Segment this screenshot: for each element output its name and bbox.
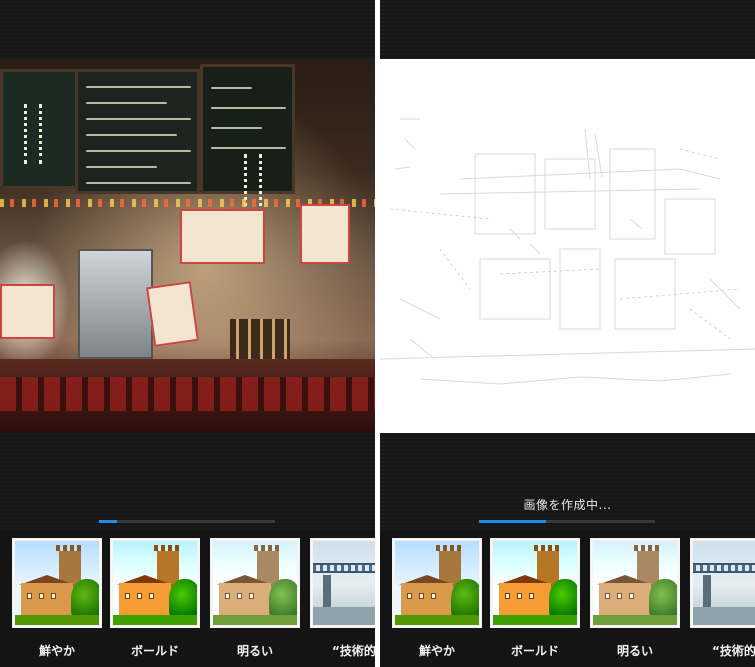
- sketch-photo: [380, 59, 755, 433]
- filter-label: “技術的な: [332, 644, 375, 658]
- filter-vivid[interactable]: 鮮やか: [388, 538, 482, 667]
- progress-fill: [99, 520, 117, 523]
- filter-thumbnail[interactable]: [310, 538, 375, 628]
- filter-bright[interactable]: 明るい: [590, 538, 680, 659]
- filter-label: 明るい: [236, 644, 273, 658]
- filter-thumbnail[interactable]: [490, 538, 580, 628]
- editor-screen-right: 画像を作成中... 鮮やか ボールド 明るい “技術的: [380, 0, 755, 667]
- photo-preview: [380, 59, 755, 433]
- filter-label: “技術的な: [712, 644, 755, 658]
- filter-bright[interactable]: 明るい: [210, 538, 300, 659]
- status-text: 画像を作成中...: [523, 498, 612, 512]
- filter-strip[interactable]: 鮮やか ボールド 明るい “技術的: [380, 530, 755, 667]
- filter-thumbnail[interactable]: [8, 538, 102, 631]
- skeleton-decoration: [24, 104, 42, 164]
- filter-label: ボールド: [510, 644, 559, 658]
- filter-thumbnail[interactable]: [388, 538, 482, 631]
- filter-technical[interactable]: “技術的な: [310, 538, 375, 659]
- filter-technical[interactable]: “技術的な: [690, 538, 755, 659]
- filter-bold[interactable]: ボールド: [490, 538, 580, 659]
- filter-label: 明るい: [616, 644, 653, 658]
- photo-preview: [0, 59, 375, 433]
- progress-bar: [479, 520, 655, 523]
- filter-thumbnail[interactable]: [690, 538, 755, 628]
- menu-card: [146, 281, 199, 347]
- filter-label: ボールド: [130, 644, 179, 658]
- filter-label: 鮮やか: [38, 644, 75, 658]
- cafe-photo: [0, 59, 375, 433]
- filter-label: 鮮やか: [418, 644, 455, 658]
- filter-vivid[interactable]: 鮮やか: [8, 538, 102, 667]
- progress-bar: [99, 520, 275, 523]
- filter-strip[interactable]: 鮮やか ボールド 明るい “技術的: [0, 530, 375, 667]
- menu-card: [180, 209, 265, 264]
- chalkboard-menu: [75, 69, 200, 194]
- menu-card: [0, 284, 55, 339]
- editor-screen-left: 鮮やか ボールド 明るい “技術的: [0, 0, 375, 667]
- filter-thumbnail[interactable]: [210, 538, 300, 628]
- filter-thumbnail[interactable]: [110, 538, 200, 628]
- progress-fill: [479, 520, 546, 523]
- halloween-banner: [0, 377, 375, 411]
- filter-thumbnail[interactable]: [590, 538, 680, 628]
- espresso-machine: [78, 249, 153, 359]
- filter-bold[interactable]: ボールド: [110, 538, 200, 659]
- menu-card: [300, 204, 350, 264]
